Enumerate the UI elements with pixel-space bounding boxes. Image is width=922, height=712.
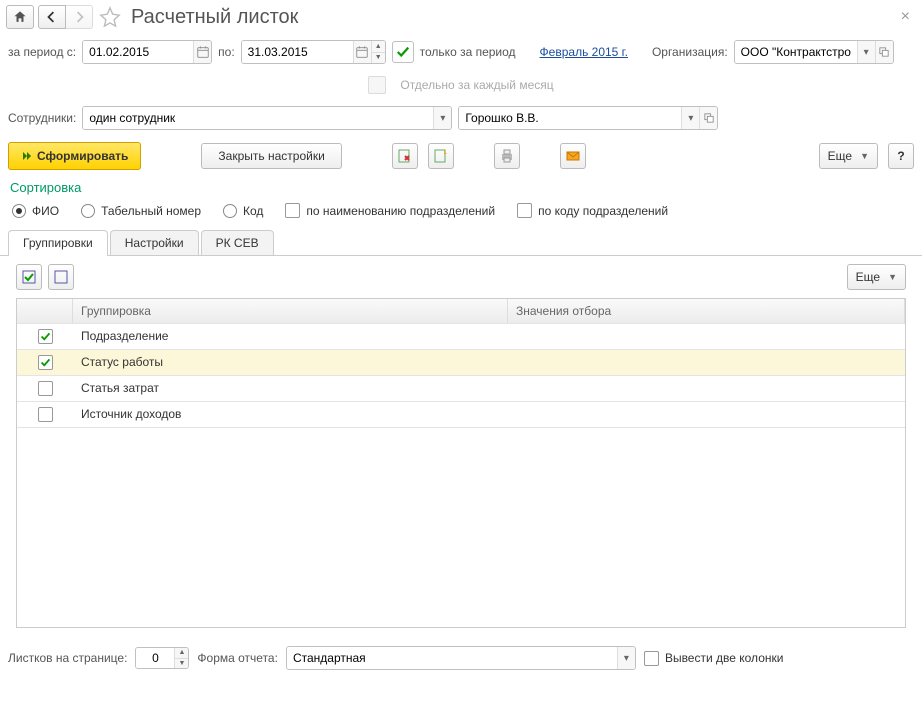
period-link[interactable]: Февраль 2015 г.: [540, 45, 628, 59]
grid-more-button[interactable]: Еще ▼: [847, 264, 906, 290]
only-period-label: только за период: [420, 45, 516, 59]
favorite-icon[interactable]: [97, 4, 123, 30]
checkbox-icon: [644, 651, 659, 666]
form-type-input[interactable]: [287, 647, 617, 669]
calendar-icon[interactable]: [193, 41, 211, 63]
chevron-down-icon: ▼: [860, 151, 869, 161]
row-checkbox[interactable]: [38, 407, 53, 422]
dropdown-icon[interactable]: ▾: [681, 107, 699, 129]
date-stepper[interactable]: ▲ ▼: [371, 41, 385, 63]
open-icon[interactable]: [875, 41, 893, 63]
by-dept-code-checkbox[interactable]: по коду подразделений: [517, 203, 668, 218]
row-name: Статус работы: [73, 350, 508, 375]
date-to-field[interactable]: ▲ ▼: [241, 40, 386, 64]
back-button[interactable]: [38, 5, 66, 29]
date-from-field[interactable]: [82, 40, 212, 64]
two-cols-checkbox[interactable]: Вывести две колонки: [644, 651, 784, 666]
period-to-label: по:: [218, 45, 235, 59]
sort-title: Сортировка: [0, 176, 922, 199]
sort-radio-fio[interactable]: ФИО: [12, 204, 59, 218]
employee-mode-input[interactable]: [83, 107, 433, 129]
open-icon[interactable]: [699, 107, 717, 129]
per-page-input[interactable]: [136, 648, 174, 668]
home-button[interactable]: [6, 5, 34, 29]
row-value: [508, 324, 905, 349]
form-button-label: Сформировать: [37, 149, 128, 163]
row-name: Статья затрат: [73, 376, 508, 401]
close-settings-button[interactable]: Закрыть настройки: [201, 143, 341, 169]
org-input[interactable]: [735, 41, 857, 63]
by-dept-name-checkbox[interactable]: по наименованию подразделений: [285, 203, 495, 218]
grid-row[interactable]: Подразделение: [17, 324, 905, 350]
dropdown-icon[interactable]: ▾: [433, 107, 451, 129]
org-field[interactable]: ▾: [734, 40, 894, 64]
row-checkbox[interactable]: [38, 329, 53, 344]
tab-groupings[interactable]: Группировки: [8, 230, 108, 255]
grid-row[interactable]: Статус работы: [17, 350, 905, 376]
date-to-input[interactable]: [242, 41, 353, 63]
help-button[interactable]: ?: [888, 143, 914, 169]
uncheck-all-button[interactable]: [48, 264, 74, 290]
more-button[interactable]: Еще ▼: [819, 143, 878, 169]
per-page-label: Листков на странице:: [8, 651, 127, 665]
radio-icon: [12, 204, 26, 218]
form-type-field[interactable]: ▾: [286, 646, 636, 670]
form-button[interactable]: Сформировать: [8, 142, 141, 170]
row-name: Подразделение: [73, 324, 508, 349]
row-value: [508, 350, 905, 375]
dropdown-icon[interactable]: ▾: [857, 41, 875, 63]
sort-radio-tabnum[interactable]: Табельный номер: [81, 204, 201, 218]
grid-row[interactable]: Источник доходов: [17, 402, 905, 428]
row-checkbox[interactable]: [38, 355, 53, 370]
chevron-down-icon: ▼: [888, 272, 897, 282]
employees-label: Сотрудники:: [8, 111, 76, 125]
per-page-spinner[interactable]: ▲ ▼: [135, 647, 189, 669]
step-up-icon[interactable]: ▲: [372, 41, 385, 53]
employee-mode-field[interactable]: ▾: [82, 106, 452, 130]
sort-radio-code[interactable]: Код: [223, 204, 263, 218]
toolbar-icon-1[interactable]: [392, 143, 418, 169]
org-label: Организация:: [652, 45, 728, 59]
checkbox-icon: [285, 203, 300, 218]
calendar-icon[interactable]: [353, 41, 371, 63]
step-down-icon[interactable]: ▼: [372, 53, 385, 64]
monthly-label: Отдельно за каждый месяц: [400, 78, 553, 92]
row-name: Источник доходов: [73, 402, 508, 427]
step-down-icon[interactable]: ▼: [175, 659, 188, 669]
col-value: Значения отбора: [508, 299, 905, 323]
close-icon[interactable]: ×: [895, 8, 916, 26]
tab-settings[interactable]: Настройки: [110, 230, 199, 255]
grid-header: Группировка Значения отбора: [17, 299, 905, 324]
checkbox-icon: [517, 203, 532, 218]
forward-button[interactable]: [65, 5, 93, 29]
step-up-icon[interactable]: ▲: [175, 648, 188, 659]
toolbar-icon-mail[interactable]: [560, 143, 586, 169]
employee-value-field[interactable]: ▾: [458, 106, 718, 130]
monthly-checkbox: [368, 76, 386, 94]
radio-icon: [81, 204, 95, 218]
col-grouping: Группировка: [73, 299, 508, 323]
dropdown-icon[interactable]: ▾: [617, 647, 635, 669]
page-title: Расчетный листок: [131, 6, 298, 29]
row-checkbox[interactable]: [38, 381, 53, 396]
tab-rksev[interactable]: РК СЕВ: [201, 230, 274, 255]
form-type-label: Форма отчета:: [197, 651, 278, 665]
radio-icon: [223, 204, 237, 218]
only-period-checkbox[interactable]: [392, 41, 414, 63]
check-all-button[interactable]: [16, 264, 42, 290]
row-value: [508, 402, 905, 427]
row-value: [508, 376, 905, 401]
groupings-grid: Группировка Значения отбора Подразделени…: [16, 298, 906, 628]
toolbar-icon-print[interactable]: [494, 143, 520, 169]
period-from-label: за период с:: [8, 45, 76, 59]
grid-row[interactable]: Статья затрат: [17, 376, 905, 402]
employee-value-input[interactable]: [459, 107, 681, 129]
col-check: [17, 299, 73, 323]
toolbar-icon-2[interactable]: [428, 143, 454, 169]
date-from-input[interactable]: [83, 41, 193, 63]
